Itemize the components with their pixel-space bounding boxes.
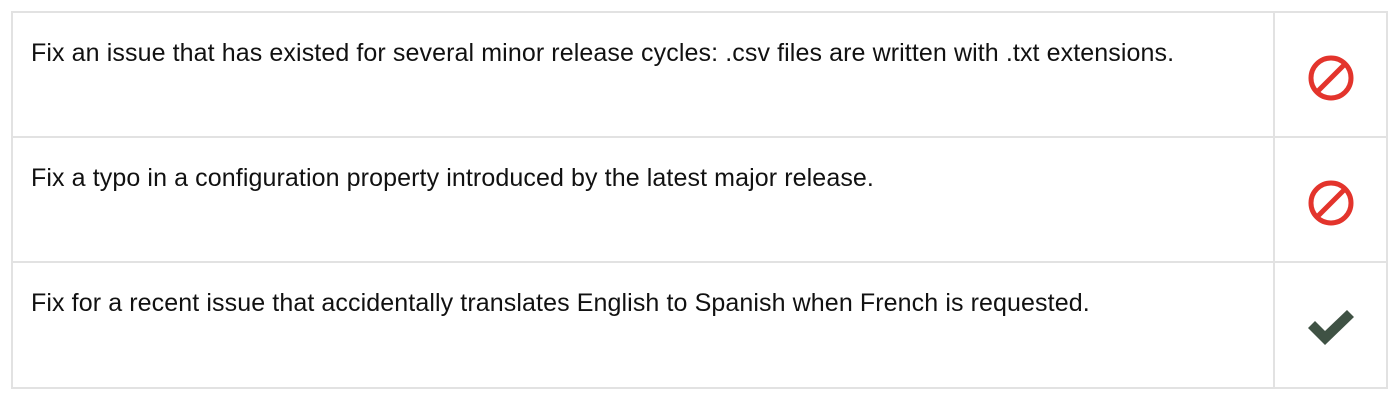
row-status-cell [1275,263,1386,387]
prohibited-icon [1308,55,1353,100]
examples-table: Fix an issue that has existed for severa… [11,11,1388,389]
checkmark-icon [1307,310,1354,345]
row-description: Fix a typo in a configuration property i… [13,138,1275,261]
prohibited-icon [1308,180,1353,225]
row-description: Fix for a recent issue that accidentally… [13,263,1275,387]
row-status-cell [1275,138,1386,261]
row-description: Fix an issue that has existed for severa… [13,13,1275,136]
table-row: Fix an issue that has existed for severa… [13,13,1386,138]
row-status-cell [1275,13,1386,136]
table-row: Fix a typo in a configuration property i… [13,138,1386,263]
table-row: Fix for a recent issue that accidentally… [13,263,1386,387]
